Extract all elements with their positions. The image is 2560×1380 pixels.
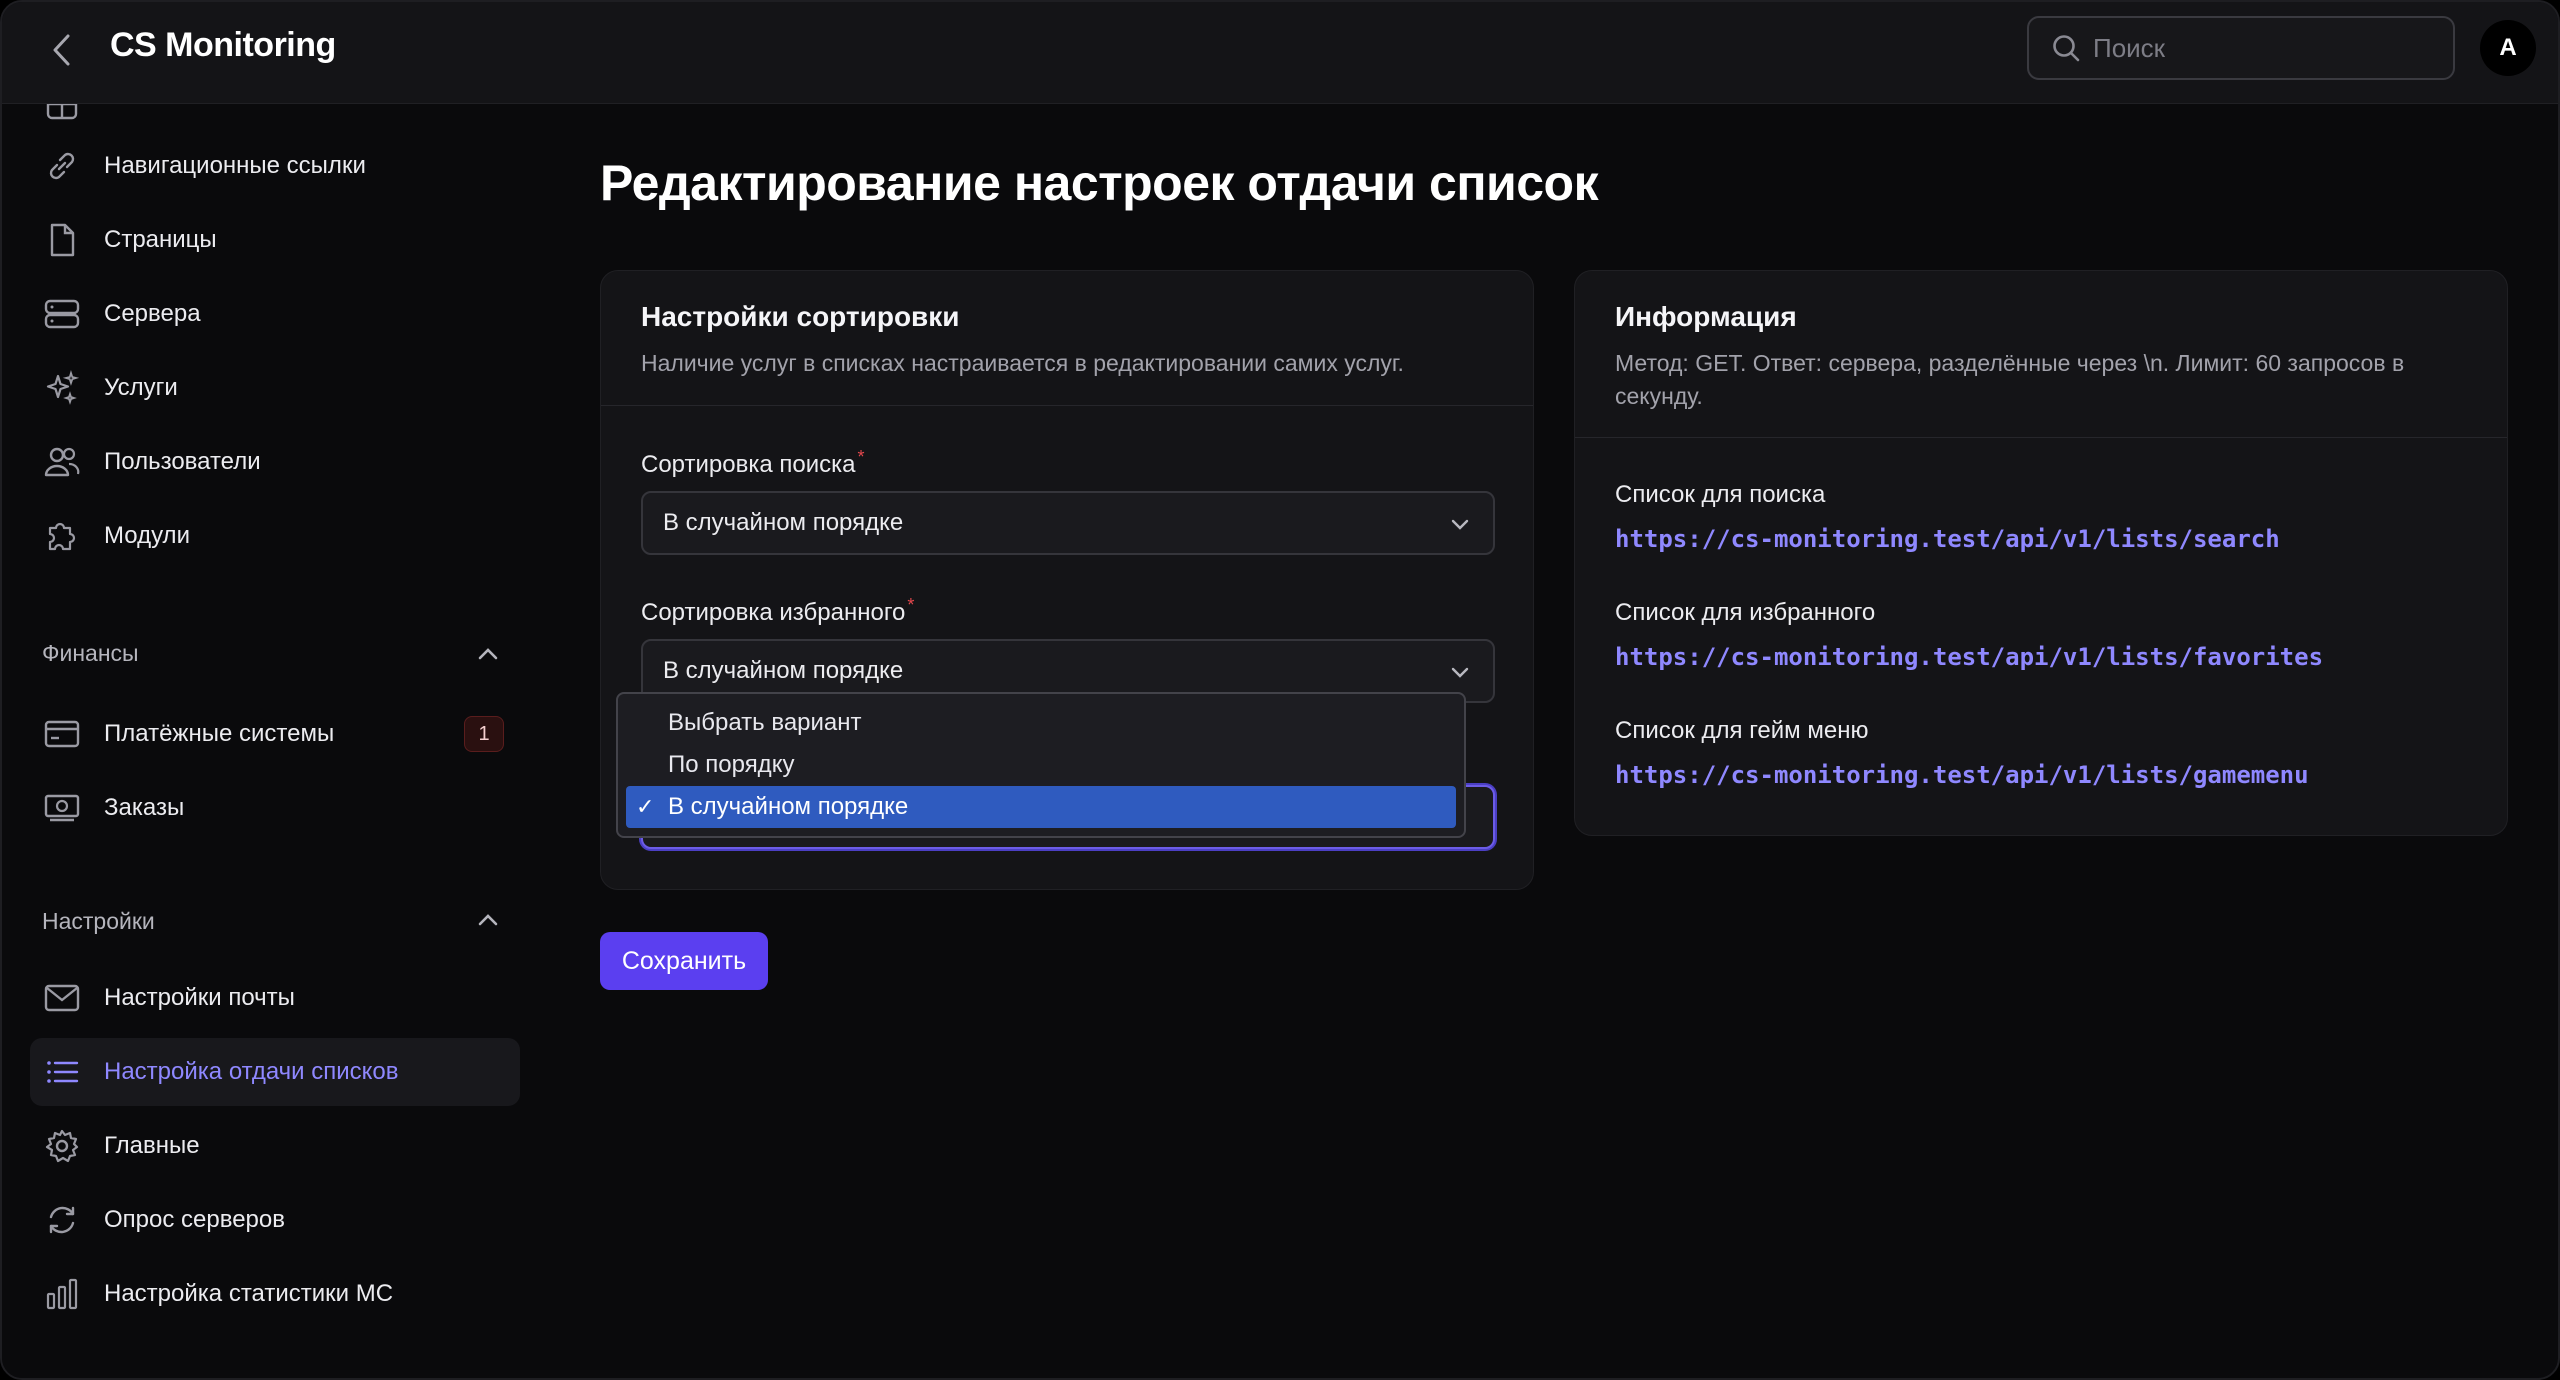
back-button[interactable]	[40, 28, 84, 72]
chevron-up-icon[interactable]	[474, 906, 502, 934]
card-title: Настройки сортировки	[641, 301, 960, 332]
section-settings-title: Настройки	[42, 908, 155, 934]
sidebar-item-label: Заказы	[104, 794, 185, 821]
file-icon	[30, 222, 94, 258]
sidebar-item-label: Настройки почты	[104, 984, 295, 1011]
sidebar-item-label: Настройка статистики МС	[104, 1280, 394, 1307]
card-description: Метод: GET. Ответ: сервера, разделённые …	[1615, 350, 2405, 409]
sidebar-item-label: Настройка отдачи списков	[104, 1058, 399, 1085]
puzzle-icon	[30, 518, 94, 554]
dropdown-option[interactable]: По порядку	[626, 744, 1456, 786]
sidebar-item-label: Платёжные системы	[104, 720, 335, 747]
link-icon	[30, 148, 94, 184]
sidebar-item-label: Страницы	[104, 226, 217, 253]
sidebar-item-general[interactable]: Главные	[30, 1112, 520, 1180]
sidebar-item-payment-systems[interactable]: Платёжные системы 1	[30, 700, 520, 768]
info-label-search: Список для поиска	[1615, 481, 1826, 508]
info-link-gamemenu[interactable]: https://cs-monitoring.test/api/v1/lists/…	[1615, 761, 2309, 789]
option-label: Выбрать вариант	[668, 709, 862, 736]
app-title: CS Monitoring	[110, 26, 336, 64]
server-icon	[30, 297, 94, 331]
card-description: Наличие услуг в списках настраивается в …	[641, 350, 1404, 376]
cash-icon	[30, 792, 94, 824]
sidebar-item-users[interactable]: Пользователи	[30, 428, 520, 496]
search-input[interactable]	[2093, 32, 2453, 64]
select-value: В случайном порядке	[663, 509, 904, 536]
option-label: В случайном порядке	[668, 793, 909, 820]
search-box[interactable]	[2027, 16, 2455, 80]
divider	[1575, 437, 2507, 438]
count-badge: 1	[464, 716, 504, 752]
required-mark: *	[907, 595, 915, 615]
users-icon	[30, 444, 94, 480]
bar-chart-icon	[30, 1276, 94, 1312]
search-sort-label: Сортировка поиска *	[641, 447, 865, 479]
sidebar-item-servers[interactable]: Сервера	[30, 280, 520, 348]
sidebar-item-orders[interactable]: Заказы	[30, 774, 520, 842]
search-icon	[2053, 35, 2080, 62]
select-value: В случайном порядке	[663, 657, 904, 684]
credit-card-icon	[30, 718, 94, 750]
divider	[601, 405, 1533, 406]
avatar[interactable]: A	[2480, 20, 2536, 76]
page-title: Редактирование настроек отдачи список	[600, 155, 1599, 211]
sidebar: Навигационные ссылки Страницы Сервера Ус…	[2, 88, 542, 1378]
field-label-text: Сортировка избранного	[641, 599, 906, 626]
sparkles-icon	[30, 370, 94, 406]
sidebar-item-mail-settings[interactable]: Настройки почты	[30, 964, 520, 1032]
option-label: По порядку	[668, 751, 795, 778]
info-card: Информация Метод: GET. Ответ: сервера, р…	[1574, 270, 2508, 836]
card-title: Информация	[1615, 301, 1797, 332]
sidebar-item-server-polling[interactable]: Опрос серверов	[30, 1186, 520, 1254]
section-finance-title: Финансы	[42, 640, 139, 666]
mail-icon	[30, 982, 94, 1014]
info-link-search[interactable]: https://cs-monitoring.test/api/v1/lists/…	[1615, 525, 2280, 553]
sidebar-item-label: Пользователи	[104, 448, 261, 475]
check-icon: ✓	[636, 794, 655, 819]
list-icon	[30, 1057, 94, 1087]
sidebar-item-label: Главные	[104, 1132, 200, 1159]
search-sort-select[interactable]: В случайном порядке	[641, 491, 1495, 555]
gear-icon	[30, 1128, 94, 1164]
chevron-left-icon	[53, 34, 70, 66]
sidebar-item-label: Модули	[104, 522, 190, 549]
info-label-gamemenu: Список для гейм меню	[1615, 717, 1869, 744]
sidebar-item-ms-stats[interactable]: Настройка статистики МС	[30, 1260, 520, 1328]
sidebar-item-services[interactable]: Услуги	[30, 354, 520, 422]
chevron-down-icon	[1451, 667, 1469, 678]
favorite-sort-label: Сортировка избранного *	[641, 595, 914, 627]
sidebar-item-label: Навигационные ссылки	[104, 152, 366, 179]
dropdown-option-selected[interactable]: ✓ В случайном порядке	[626, 786, 1456, 828]
sidebar-item-nav-links[interactable]: Навигационные ссылки	[30, 132, 520, 200]
sidebar-item-label: Услуги	[104, 374, 178, 401]
select-dropdown: Выбрать вариант По порядку ✓ В случайном …	[616, 692, 1466, 838]
save-button[interactable]: Сохранить	[600, 932, 768, 990]
info-label-favorites: Список для избранного	[1615, 599, 1876, 626]
sidebar-item-modules[interactable]: Модули	[30, 502, 520, 570]
app-window: CS Monitoring A Навигационные ссылки Стр…	[0, 0, 2560, 1380]
chevron-down-icon	[1451, 519, 1469, 530]
info-link-favorites[interactable]: https://cs-monitoring.test/api/v1/lists/…	[1615, 643, 2323, 671]
sidebar-item-label: Опрос серверов	[104, 1206, 285, 1233]
field-label-text: Сортировка поиска	[641, 451, 856, 478]
dropdown-option[interactable]: Выбрать вариант	[626, 702, 1456, 744]
top-bar: CS Monitoring A	[2, 2, 2558, 104]
refresh-icon	[30, 1203, 94, 1237]
required-mark: *	[857, 447, 865, 467]
sidebar-item-pages[interactable]: Страницы	[30, 206, 520, 274]
chevron-up-icon[interactable]	[474, 640, 502, 668]
sidebar-item-list-settings[interactable]: Настройка отдачи списков	[30, 1038, 520, 1106]
sidebar-item-label: Сервера	[104, 300, 201, 327]
